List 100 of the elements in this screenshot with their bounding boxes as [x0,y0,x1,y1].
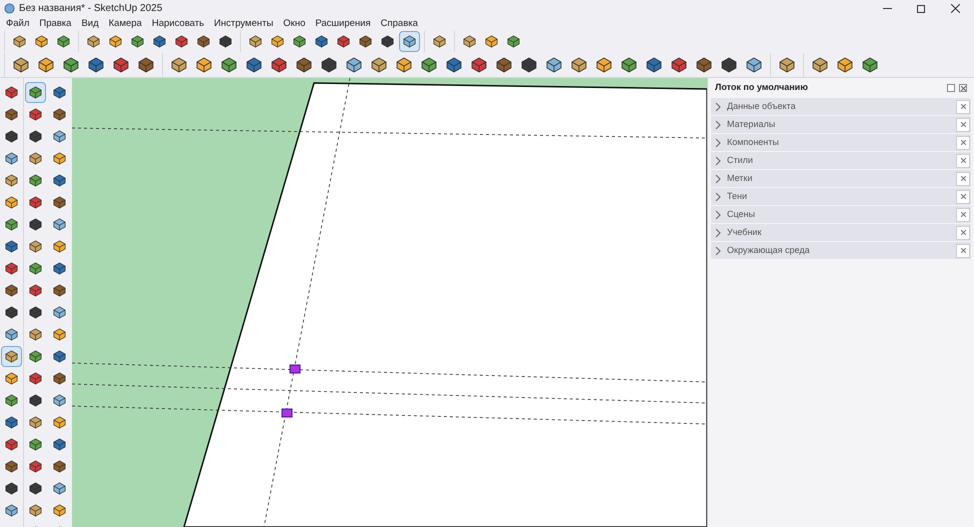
tool-icon [29,262,42,275]
tool-icon [175,34,188,48]
close-button[interactable] [959,84,967,92]
tool-icon [29,108,42,121]
tool-icon [546,56,562,72]
tool-icon [596,56,612,72]
tray-title: Лоток по умолчанию [715,81,809,94]
maximize-icon [917,4,925,12]
close-icon [960,194,966,199]
tool-icon [52,130,66,143]
tool-icon [246,56,262,72]
menu-item[interactable]: Вид [81,18,99,28]
tray-panel[interactable]: Сцены [711,206,971,223]
chevron-icon [715,102,721,110]
tool-icon [52,372,66,385]
tray-panel[interactable]: Учебник [711,224,971,241]
tool-icon [381,34,394,48]
tool-icon [88,56,104,72]
tool-icon [5,86,18,99]
tool-icon [5,240,18,253]
tool-icon [63,56,79,72]
tool-icon [52,504,66,517]
tool-icon [52,394,66,407]
tool-icon [13,56,29,72]
tool-icon [862,56,878,72]
tool-icon [52,460,66,473]
close-icon [960,248,966,253]
tool-icon [52,152,66,165]
menu-item[interactable]: Файл [6,18,30,28]
close-icon [960,122,966,127]
tool-icon [52,196,66,209]
tool-icon [29,174,42,187]
tool-icon [153,34,166,48]
tool-icon [29,86,42,99]
menu-item[interactable]: Правка [39,18,72,28]
tool-button[interactable] [399,30,420,52]
chevron-icon [715,246,721,254]
tool-button[interactable] [1,346,22,367]
panel-label: Сцены [727,208,756,221]
chevron-icon [715,174,721,182]
menu-item[interactable]: Нарисовать [152,18,204,28]
tool-icon [5,394,18,407]
window-title: Без названия* - SketchUp 2025 [19,2,162,16]
tool-icon [5,196,18,209]
tool-icon [721,56,737,72]
tool-icon [5,174,18,187]
tool-icon [113,56,129,72]
menu-item[interactable]: Инструменты [214,18,274,28]
tool-icon [5,350,18,363]
tool-icon [5,416,18,429]
tool-icon [5,482,18,495]
tool-icon [52,218,66,231]
tool-icon [52,438,66,451]
tool-icon [29,284,42,297]
close-icon [950,4,960,13]
close-icon [960,104,966,109]
tool-icon [571,56,587,72]
panel-label: Метки [727,172,754,185]
guide-point-icon [290,364,300,374]
tool-icon [421,56,437,72]
tool-icon [87,34,100,48]
tool-icon [131,34,144,48]
tool-icon [433,34,446,48]
menu-item[interactable]: Окно [283,18,306,28]
tool-icon [5,218,18,231]
tray-panel[interactable]: Метки [711,170,971,187]
tray-panel[interactable]: Данные объекта [711,98,971,115]
tool-icon [29,504,42,517]
tool-icon [13,34,26,48]
tool-icon [52,284,66,297]
tool-icon [346,56,362,72]
tool-icon [29,152,42,165]
menu-item[interactable]: Камера [108,18,142,28]
tool-icon [29,394,42,407]
chevron-icon [715,156,721,164]
tool-icon [52,240,66,253]
tool-icon [507,34,520,48]
tool-icon [52,262,66,275]
tray-panel[interactable]: Материалы [711,116,971,133]
tool-button[interactable] [25,82,46,103]
tool-icon [485,34,498,48]
tool-icon [671,56,687,72]
guide-point-icon [282,408,292,418]
tray-panel[interactable]: Тени [711,188,971,205]
tool-icon [52,306,66,319]
tool-icon [5,438,18,451]
tray-panel[interactable]: Компоненты [711,134,971,151]
tool-icon [746,56,762,72]
tray-panel[interactable]: Окружающая среда [711,242,971,259]
tray-panel[interactable]: Стили [711,152,971,169]
chevron-icon [715,192,721,200]
menu-item[interactable]: Расширения [315,18,371,28]
menu-item[interactable]: Справка [380,18,418,28]
tool-icon [5,306,18,319]
tool-icon [29,240,42,253]
app-logo-icon [4,3,15,14]
pin-button[interactable] [947,84,955,92]
tool-icon [5,262,18,275]
tool-icon [521,56,537,72]
tool-icon [249,34,262,48]
